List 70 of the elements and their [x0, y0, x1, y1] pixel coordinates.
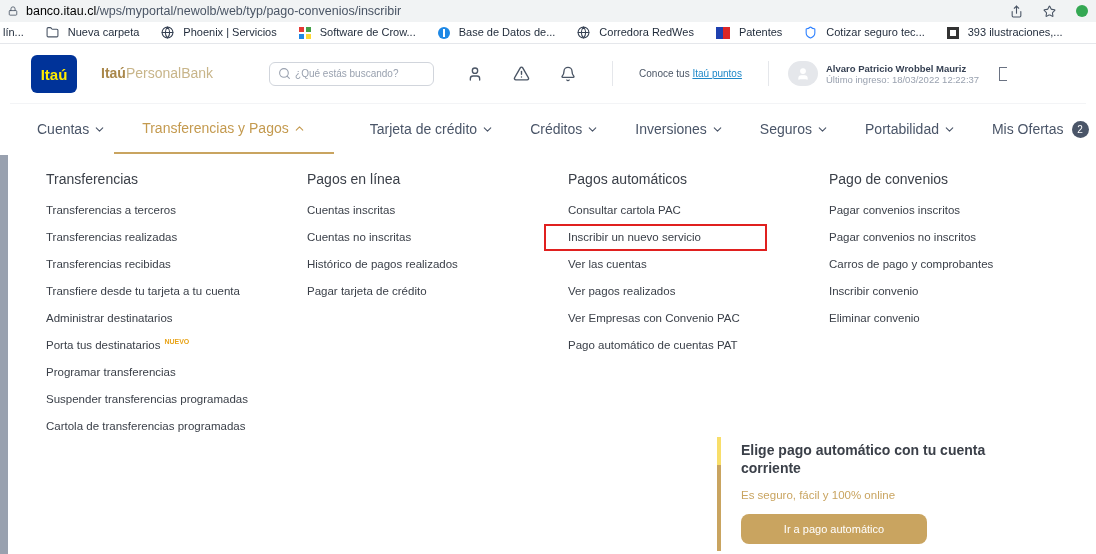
menu-link[interactable]: Carros de pago y comprobantes — [829, 255, 994, 274]
shield-icon — [804, 26, 818, 39]
menu-link[interactable]: Porta tus destinatarios — [46, 336, 161, 355]
extension-icon[interactable] — [1076, 5, 1088, 17]
menu-link[interactable]: Ver las cuentas — [568, 255, 647, 274]
promo-title: Elige pago automático con tu cuenta corriente — [741, 441, 987, 477]
column-heading: Pagos automáticos — [568, 170, 689, 189]
menu-link[interactable]: Suspender transferencias programadas — [46, 390, 248, 409]
promo-subtitle: Es seguro, fácil y 100% online — [741, 488, 897, 503]
bookmark[interactable]: Nueva carpeta — [45, 24, 140, 41]
lock-icon — [8, 6, 18, 16]
count-badge: 2 — [1071, 120, 1089, 138]
nav-tab[interactable]: Portabilidad — [865, 104, 956, 154]
menu-link[interactable]: Ver pagos realizados — [568, 282, 676, 301]
nav-tab[interactable]: Inversiones — [635, 104, 724, 154]
logout-icon[interactable] — [999, 66, 1008, 81]
points-text: Conoce tus Itaú puntos — [639, 67, 742, 81]
menu-link[interactable]: Eliminar convenio — [829, 309, 920, 328]
points-link[interactable]: Itaú puntos — [692, 68, 742, 79]
folder-icon — [45, 26, 59, 39]
globe-icon — [161, 26, 175, 39]
nav-tab[interactable]: Cuentas — [37, 104, 107, 154]
column-heading: Pago de convenios — [829, 170, 950, 189]
nav-tab[interactable]: Seguros — [759, 104, 829, 154]
circle-icon — [437, 26, 450, 39]
last-login: Último ingreso: 18/03/2022 12:22:37 — [825, 73, 980, 85]
menu-link[interactable]: Programar transferencias — [46, 363, 176, 382]
menu-link[interactable]: Consultar cartola PAC — [568, 201, 681, 220]
offers-tab[interactable]: Mis Ofertas 2 — [991, 104, 1089, 154]
bookmark[interactable]: 393 ilustraciones,... — [946, 24, 1063, 41]
nav-tab[interactable]: Tarjeta de crédito — [369, 104, 495, 154]
column-heading: Transferencias — [46, 170, 140, 189]
bookmark[interactable]: Corredora RedWes — [577, 24, 694, 41]
menu-link[interactable]: Pagar convenios no inscritos — [829, 228, 977, 247]
warning-icon[interactable] — [513, 65, 531, 82]
user-name: Alvaro Patricio Wrobbel Mauriz — [825, 62, 968, 74]
brand-name: ItaúPersonalBank — [101, 64, 214, 83]
menu-link[interactable]: Transferencias a terceros — [46, 201, 176, 220]
square-icon — [946, 26, 959, 39]
menu-link[interactable]: Ver Empresas con Convenio PAC — [568, 309, 740, 328]
bookmark[interactable]: Patentes — [715, 24, 783, 41]
menu-link[interactable]: Cuentas no inscritas — [307, 228, 412, 247]
bookmark[interactable]: Cotizar seguro tec... — [804, 24, 925, 41]
bookmark[interactable]: Phoenix | Servicios — [161, 24, 277, 41]
globe-icon — [577, 26, 591, 39]
bell-icon[interactable] — [560, 65, 577, 82]
menu-link[interactable]: Transfiere desde tu tarjeta a tu cuenta — [46, 282, 240, 301]
menu-link[interactable]: Pagar convenios inscritos — [829, 201, 961, 220]
search-icon — [278, 67, 292, 80]
column-heading: Pagos en línea — [307, 170, 402, 189]
nav-tab[interactable]: Créditos — [530, 104, 600, 154]
person-icon — [795, 66, 810, 81]
bookmark[interactable]: lín... — [3, 24, 24, 41]
star-icon[interactable] — [1043, 4, 1056, 18]
menu-link[interactable]: Cuentas inscritas — [307, 201, 396, 220]
logo[interactable]: Itaú — [31, 54, 77, 93]
menu-link[interactable]: Inscribir un nuevo servicio — [544, 223, 767, 252]
menu-link[interactable]: Administrar destinatarios — [46, 309, 173, 328]
menu-link[interactable]: Transferencias recibidas — [46, 255, 171, 274]
menu-link[interactable]: Inscribir convenio — [829, 282, 919, 301]
menu-link[interactable]: Pago automático de cuentas PAT — [568, 336, 738, 355]
menu-link[interactable]: Transferencias realizadas — [46, 228, 178, 247]
tiles-icon — [298, 26, 311, 39]
menu-link[interactable]: Pagar tarjeta de crédito — [307, 282, 427, 301]
bookmark[interactable]: Software de Crow... — [298, 24, 416, 41]
menu-link[interactable]: Histórico de pagos realizados — [307, 255, 458, 274]
flag-icon — [715, 26, 730, 39]
menu-link[interactable]: Cartola de transferencias programadas — [46, 417, 246, 436]
share-icon[interactable] — [1010, 4, 1023, 18]
bookmark[interactable]: Base de Datos de... — [437, 24, 556, 41]
